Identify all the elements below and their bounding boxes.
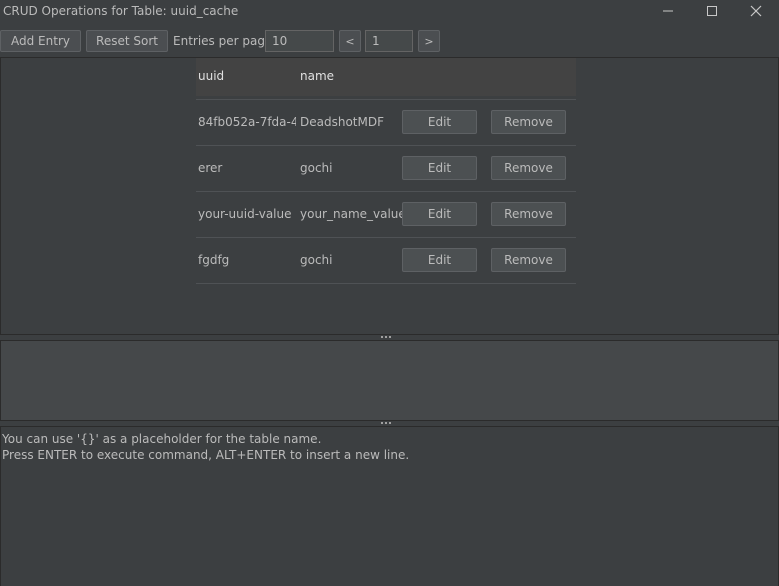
data-table: uuid name 84fb052a-7fda-4... DeadshotMDF…: [196, 58, 576, 284]
table-row: fgdfg gochi Edit Remove: [196, 238, 576, 284]
previous-page-button[interactable]: <: [339, 30, 361, 52]
split-divider-handle[interactable]: [380, 421, 392, 425]
entries-per-page-label: Entries per page:: [173, 34, 277, 48]
edit-button[interactable]: Edit: [402, 248, 477, 272]
reset-sort-button[interactable]: Reset Sort: [86, 30, 168, 52]
remove-button[interactable]: Remove: [491, 248, 566, 272]
edit-button[interactable]: Edit: [402, 156, 477, 180]
crud-window: CRUD Operations for Table: uuid_cache Ad…: [0, 0, 779, 586]
help-line-placeholder: You can use '{}' as a placeholder for th…: [2, 432, 322, 446]
help-line-execute: Press ENTER to execute command, ALT+ENTE…: [2, 448, 410, 462]
entries-per-page-input[interactable]: 10: [265, 30, 334, 52]
edit-button[interactable]: Edit: [402, 110, 477, 134]
table-row: your-uuid-value your_name_value Edit Rem…: [196, 192, 576, 238]
cell-name: gochi: [300, 161, 333, 175]
window-title: CRUD Operations for Table: uuid_cache: [3, 4, 239, 18]
toolbar: Add Entry Reset Sort Entries per page: 1…: [0, 30, 779, 52]
remove-button[interactable]: Remove: [491, 202, 566, 226]
column-header-name[interactable]: name: [300, 69, 334, 83]
cell-name: DeadshotMDF: [300, 115, 384, 129]
cell-name: your_name_value: [300, 207, 406, 221]
cell-uuid: fgdfg: [198, 253, 230, 267]
cell-uuid: erer: [198, 161, 223, 175]
add-entry-button[interactable]: Add Entry: [0, 30, 81, 52]
next-page-button[interactable]: >: [418, 30, 440, 52]
title-bar: CRUD Operations for Table: uuid_cache: [0, 0, 779, 22]
cell-name: gochi: [300, 253, 333, 267]
remove-button[interactable]: Remove: [491, 156, 566, 180]
close-icon: [750, 5, 762, 17]
remove-button[interactable]: Remove: [491, 110, 566, 134]
edit-button[interactable]: Edit: [402, 202, 477, 226]
close-button[interactable]: [734, 0, 778, 22]
maximize-icon: [707, 6, 717, 16]
cell-uuid: 84fb052a-7fda-4...: [198, 115, 296, 129]
table-row: 84fb052a-7fda-4... DeadshotMDF Edit Remo…: [196, 100, 576, 146]
results-pane: [0, 340, 779, 421]
page-number-input[interactable]: 1: [365, 30, 413, 52]
column-header-uuid[interactable]: uuid: [198, 69, 224, 83]
minimize-button[interactable]: [646, 0, 690, 22]
cell-uuid: your-uuid-value: [198, 207, 292, 221]
minimize-icon: [663, 10, 673, 12]
table-header: uuid name: [196, 58, 576, 96]
maximize-button[interactable]: [690, 0, 734, 22]
console-help-text: You can use '{}' as a placeholder for th…: [2, 431, 409, 463]
table-row: erer gochi Edit Remove: [196, 146, 576, 192]
split-divider-handle[interactable]: [380, 335, 392, 339]
